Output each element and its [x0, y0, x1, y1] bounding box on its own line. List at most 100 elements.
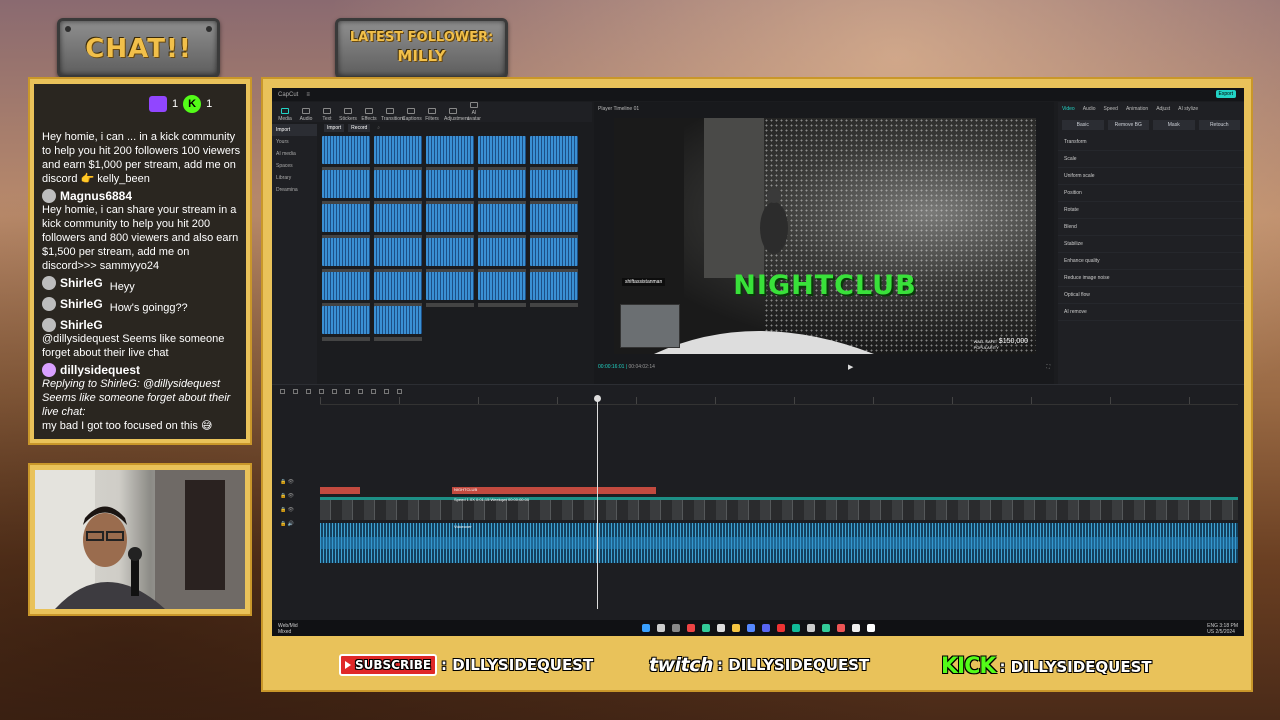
media-thumbnail[interactable] [426, 272, 474, 307]
media-thumbnail[interactable] [426, 204, 474, 239]
text-clip[interactable] [320, 487, 360, 494]
tab-speed[interactable]: Speed [1104, 106, 1118, 112]
tool-audio[interactable]: Audio [297, 108, 315, 122]
media-thumbnail[interactable] [374, 238, 422, 273]
delete-icon[interactable] [332, 388, 337, 394]
tool-ai-avatar[interactable]: AI avatar [465, 102, 483, 122]
undo-icon[interactable] [293, 388, 298, 394]
media-thumbnail[interactable] [322, 136, 370, 171]
prop-reduce-noise[interactable]: Reduce image noise [1058, 270, 1244, 287]
app-icon[interactable] [701, 624, 710, 632]
media-thumbnail[interactable] [374, 136, 422, 171]
app-icon[interactable] [716, 624, 725, 632]
sidebar-item-dreamina[interactable]: Dreamina [272, 184, 317, 196]
app-icon[interactable] [686, 624, 695, 632]
select-tool-icon[interactable] [280, 388, 285, 394]
prop-transform[interactable]: Transform [1058, 134, 1244, 151]
media-thumbnail[interactable] [530, 170, 578, 205]
media-thumbnail[interactable] [322, 204, 370, 239]
mirror-icon[interactable] [371, 388, 376, 394]
lock-icon[interactable]: 🔒 👁 [280, 503, 310, 517]
tab-ai-stylize[interactable]: AI stylize [1178, 106, 1198, 112]
capcut-icon[interactable] [851, 624, 860, 632]
app-icon[interactable] [836, 624, 845, 632]
timeline-ruler[interactable] [320, 397, 1238, 405]
windows-start-icon[interactable] [641, 624, 650, 632]
sidebar-item-yours[interactable]: Yours [272, 136, 317, 148]
lock-icon[interactable]: 🔒 👁 [280, 489, 310, 503]
media-thumbnail[interactable] [426, 238, 474, 273]
redo-icon[interactable] [306, 388, 311, 394]
media-thumbnail[interactable] [478, 170, 526, 205]
media-thumbnail[interactable] [374, 204, 422, 239]
sidebar-item-library[interactable]: Library [272, 172, 317, 184]
tool-captions[interactable]: Captions [402, 108, 422, 122]
tab-audio[interactable]: Audio [1083, 106, 1096, 112]
prop-position[interactable]: Position [1058, 185, 1244, 202]
tab-adjust[interactable]: Adjust [1156, 106, 1170, 112]
subtab-retouch[interactable]: Retouch [1198, 120, 1240, 130]
system-tray[interactable]: ENG 3:18 PM US 2/5/2024 [1207, 623, 1238, 635]
chrome-icon[interactable] [776, 624, 785, 632]
crop-icon[interactable] [397, 388, 402, 394]
tab-video[interactable]: Video [1062, 106, 1075, 112]
subtab-remove-bg[interactable]: Remove BG [1107, 120, 1149, 130]
media-thumbnail[interactable] [374, 306, 422, 341]
media-thumbnail[interactable] [478, 204, 526, 239]
media-thumbnail[interactable] [374, 170, 422, 205]
text-clip-nightclub[interactable]: NIGHTCLUB [452, 487, 656, 494]
split-icon[interactable] [319, 388, 324, 394]
search-icon[interactable]: ⌕ [374, 124, 383, 132]
subtab-basic[interactable]: Basic [1062, 120, 1104, 130]
prop-scale[interactable]: Scale [1058, 151, 1244, 168]
sidebar-item-import[interactable]: Import [272, 124, 317, 136]
import-tab[interactable]: Import [324, 124, 345, 132]
media-thumbnail[interactable] [322, 238, 370, 273]
reverse-icon[interactable] [358, 388, 363, 394]
app-icon[interactable] [866, 624, 875, 632]
app-icon[interactable] [791, 624, 800, 632]
prop-rotate[interactable]: Rotate [1058, 202, 1244, 219]
media-thumbnail[interactable] [530, 136, 578, 171]
tool-media[interactable]: Media [276, 108, 294, 122]
media-thumbnail[interactable] [478, 272, 526, 307]
media-thumbnail[interactable] [426, 170, 474, 205]
discord-icon[interactable] [761, 624, 770, 632]
lock-icon[interactable]: 🔒 👁 [280, 475, 310, 489]
media-thumbnail[interactable] [530, 272, 578, 307]
sidebar-item-ai-media[interactable]: AI media [272, 148, 317, 160]
tool-adjustment[interactable]: Adjustment [444, 108, 469, 122]
playhead[interactable] [594, 395, 601, 609]
media-thumbnail[interactable] [530, 204, 578, 239]
tool-text[interactable]: Text [318, 108, 336, 122]
media-thumbnail[interactable] [478, 136, 526, 171]
menu-icon[interactable]: ≡ [306, 92, 310, 98]
lock-icon[interactable]: 🔒 🔊 [280, 517, 310, 531]
app-icon[interactable] [821, 624, 830, 632]
export-button[interactable]: Export [1215, 90, 1236, 98]
media-thumbnail[interactable] [322, 170, 370, 205]
task-view-icon[interactable] [671, 624, 680, 632]
media-thumbnail[interactable] [530, 238, 578, 273]
weather-widget[interactable]: Web/Mid Mixed [278, 623, 298, 635]
prop-stabilize[interactable]: Stabilize [1058, 236, 1244, 253]
tool-effects[interactable]: Effects [360, 108, 378, 122]
prop-optical-flow[interactable]: Optical flow [1058, 287, 1244, 304]
media-thumbnail[interactable] [322, 272, 370, 307]
media-thumbnail[interactable] [478, 238, 526, 273]
rotate-icon[interactable] [384, 388, 389, 394]
prop-uniform-scale[interactable]: Uniform scale [1058, 168, 1244, 185]
freeze-icon[interactable] [345, 388, 350, 394]
tool-filters[interactable]: Filters [423, 108, 441, 122]
sidebar-item-spaces[interactable]: Spaces [272, 160, 317, 172]
subtab-mask[interactable]: Mask [1153, 120, 1195, 130]
app-icon[interactable] [746, 624, 755, 632]
search-icon[interactable] [656, 624, 665, 632]
media-thumbnail[interactable] [322, 306, 370, 341]
folder-icon[interactable] [731, 624, 740, 632]
fullscreen-icon[interactable]: ⛶ [1046, 364, 1050, 370]
record-tab[interactable]: Record [348, 124, 371, 132]
media-thumbnail[interactable] [426, 136, 474, 171]
play-icon[interactable]: ▶ [848, 363, 853, 371]
tool-stickers[interactable]: Stickers [339, 108, 357, 122]
